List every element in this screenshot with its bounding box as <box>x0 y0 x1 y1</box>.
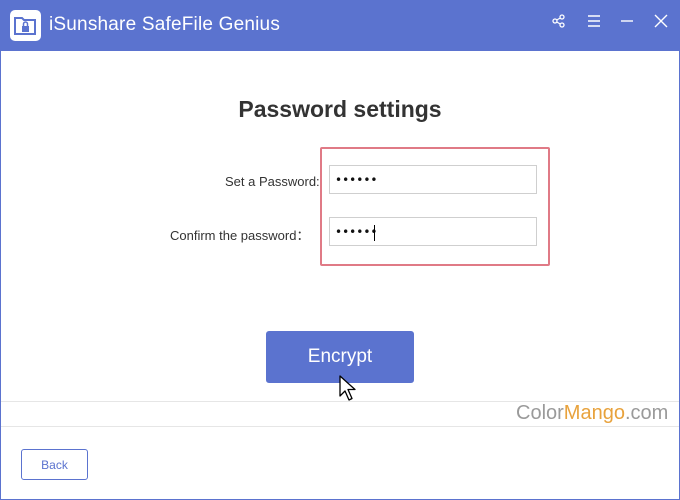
watermark: ColorMango.com <box>516 402 668 425</box>
menu-button[interactable] <box>583 12 605 34</box>
close-button[interactable] <box>650 12 672 34</box>
footer-divider-bottom <box>1 426 679 427</box>
minimize-icon <box>621 20 633 22</box>
page-title: Password settings <box>238 96 442 122</box>
back-button[interactable]: Back <box>21 449 88 480</box>
password-input[interactable] <box>329 165 537 194</box>
password-label: Set a Password: <box>225 174 320 189</box>
text-caret <box>374 225 375 241</box>
title-bar: iSunshare SafeFile Genius <box>1 1 679 51</box>
confirm-password-label: Confirm the password： <box>170 228 310 243</box>
app-title: iSunshare SafeFile Genius <box>49 14 281 35</box>
menu-icon <box>588 15 600 27</box>
folder-lock-icon <box>10 10 41 41</box>
minimize-button[interactable] <box>616 12 638 34</box>
watermark-part1: Color <box>516 402 564 424</box>
close-icon <box>654 14 668 28</box>
watermark-part3: .com <box>624 402 669 424</box>
share-icon <box>552 14 565 28</box>
confirm-password-input[interactable] <box>329 217 537 246</box>
mouse-cursor-icon <box>339 375 356 401</box>
watermark-part2: Mango <box>563 402 625 424</box>
share-button[interactable] <box>548 12 570 34</box>
app-window: iSunshare SafeFile Genius Password setti… <box>0 0 680 500</box>
